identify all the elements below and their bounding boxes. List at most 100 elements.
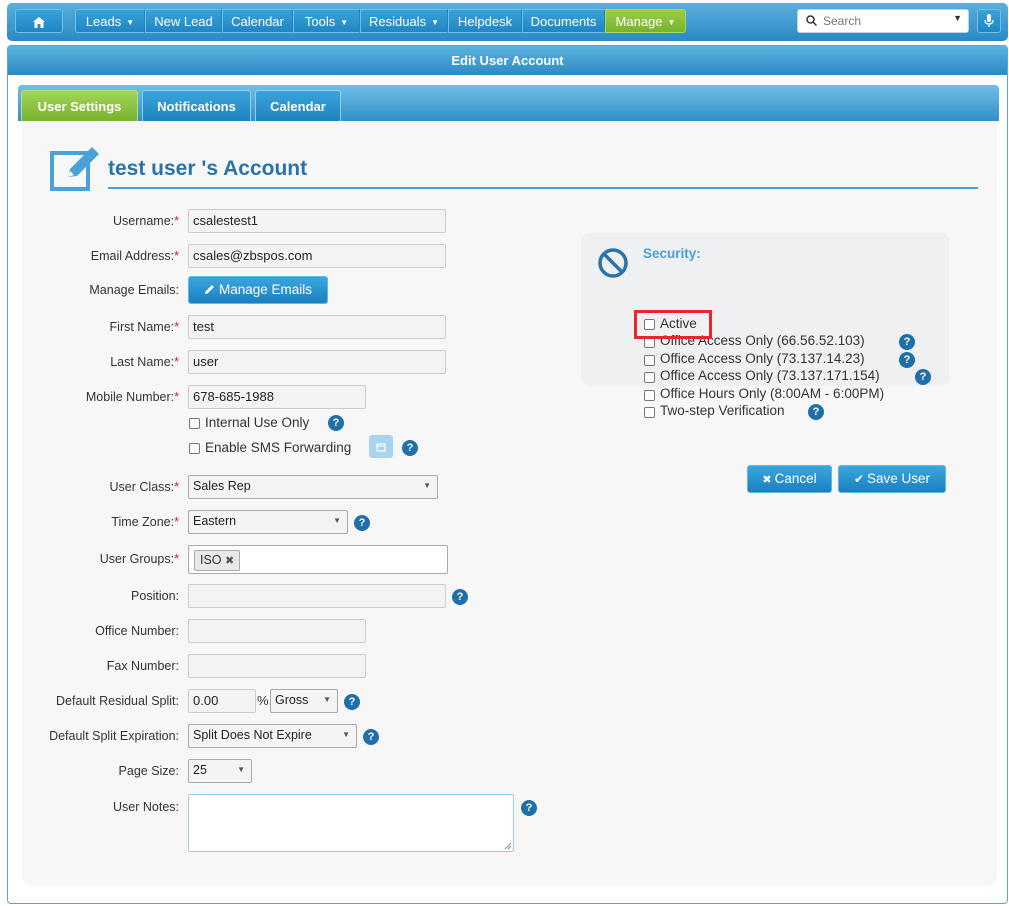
nav-tools-label: Tools: [304, 14, 336, 29]
first-name-field[interactable]: test: [188, 315, 446, 339]
last-name-label: Last Name:*: [22, 355, 179, 369]
user-class-select[interactable]: Sales Rep ▼: [188, 475, 438, 499]
office-access-label-3: Office Access Only (73.137.171.154): [660, 368, 880, 383]
position-field[interactable]: [188, 584, 446, 608]
last-name-label-text: Last Name:: [110, 355, 175, 369]
required-asterisk: *: [174, 320, 179, 334]
home-icon: [33, 17, 45, 29]
tab-notifications[interactable]: Notifications: [142, 90, 251, 121]
mobile-label: Mobile Number:*: [22, 390, 179, 404]
office-number-field[interactable]: [188, 619, 366, 643]
nav-documents[interactable]: Documents: [522, 9, 605, 33]
nav-leads-label: Leads: [85, 14, 122, 29]
tab-bar: User Settings Notifications Calendar: [18, 85, 999, 121]
manage-emails-button[interactable]: Manage Emails: [188, 276, 328, 304]
cancel-button[interactable]: ✖ Cancel: [747, 465, 832, 493]
office-hours-label: Office Hours Only (8:00AM - 6:00PM): [660, 386, 885, 401]
help-icon[interactable]: ?: [354, 515, 370, 531]
username-label: Username:*: [22, 214, 179, 228]
nav-new-lead-label: New Lead: [154, 14, 213, 29]
residual-type-select[interactable]: Gross ▼: [270, 689, 338, 713]
caret-down-icon[interactable]: ▼: [953, 13, 962, 23]
user-groups-select[interactable]: ISO ✖: [188, 545, 448, 574]
username-field[interactable]: csalestest1: [188, 209, 446, 233]
nav-new-lead[interactable]: New Lead: [145, 9, 222, 33]
nav-tools[interactable]: Tools ▼: [293, 9, 360, 33]
internal-use-checkbox[interactable]: [189, 418, 200, 429]
office-access-checkbox-3[interactable]: [644, 372, 655, 383]
email-field[interactable]: csales@zbspos.com: [188, 244, 446, 268]
nav-leads[interactable]: Leads ▼: [75, 9, 145, 33]
help-icon[interactable]: ?: [521, 800, 537, 816]
email-label-text: Email Address:: [90, 249, 175, 263]
nav-documents-label: Documents: [530, 14, 597, 29]
search-icon: [806, 15, 817, 26]
search-input[interactable]: Search ▼: [797, 9, 969, 33]
time-zone-label-text: Time Zone:: [111, 515, 175, 529]
save-user-button[interactable]: ✔ Save User: [838, 465, 946, 493]
office-access-checkbox-2[interactable]: [644, 355, 655, 366]
help-icon[interactable]: ?: [452, 589, 468, 605]
tab-calendar[interactable]: Calendar: [255, 90, 341, 121]
edit-user-panel: Edit User Account User Settings Notifica…: [7, 45, 1008, 904]
security-title: Security:: [643, 246, 701, 261]
help-icon[interactable]: ?: [808, 404, 824, 420]
user-notes-textarea[interactable]: [188, 794, 514, 852]
user-notes-label: User Notes:: [113, 800, 179, 814]
top-nav-bar: Leads ▼ New Lead Calendar Tools ▼ Residual…: [7, 3, 1008, 41]
two-step-checkbox[interactable]: [644, 407, 655, 418]
caret-down-icon: ▼: [237, 765, 245, 774]
page-size-label: Page Size:: [118, 764, 179, 778]
internal-use-label: Internal Use Only: [205, 415, 310, 430]
nav-calendar[interactable]: Calendar: [222, 9, 293, 33]
microphone-button[interactable]: [977, 9, 1001, 33]
help-icon[interactable]: ?: [899, 352, 915, 368]
nav-calendar-label: Calendar: [231, 14, 284, 29]
residual-split-field[interactable]: 0.00: [188, 689, 256, 713]
caret-down-icon: ▼: [333, 516, 341, 525]
user-groups-label: User Groups:*: [22, 552, 179, 566]
ban-icon: [598, 248, 628, 278]
two-step-label: Two-step Verification: [660, 403, 785, 418]
sms-forwarding-checkbox[interactable]: [189, 443, 200, 454]
help-icon[interactable]: ?: [899, 334, 915, 350]
nav-helpdesk[interactable]: Helpdesk: [448, 9, 522, 33]
office-hours-checkbox[interactable]: [644, 390, 655, 401]
help-icon[interactable]: ?: [915, 369, 931, 385]
help-icon[interactable]: ?: [328, 415, 344, 431]
cancel-button-label: Cancel: [774, 471, 817, 486]
mobile-field[interactable]: 678-685-1988: [188, 385, 366, 409]
page-size-value: 25: [193, 763, 207, 777]
search-placeholder: Search: [823, 14, 862, 28]
time-zone-select[interactable]: Eastern ▼: [188, 510, 348, 534]
first-name-label: First Name:*: [22, 320, 179, 334]
residual-type-value: Gross: [275, 693, 309, 707]
nav-residuals[interactable]: Residuals ▼: [360, 9, 448, 33]
caret-down-icon: ▼: [431, 17, 439, 27]
nav-manage-label: Manage: [615, 14, 663, 29]
panel-title: Edit User Account: [8, 46, 1007, 75]
help-icon[interactable]: ?: [402, 440, 418, 456]
home-button[interactable]: [15, 9, 63, 33]
sms-settings-button[interactable]: [369, 435, 393, 458]
help-icon[interactable]: ?: [363, 729, 379, 745]
required-asterisk: *: [174, 214, 179, 228]
edit-icon: [50, 147, 99, 191]
remove-tag-icon[interactable]: ✖: [225, 555, 234, 567]
sms-forwarding-label: Enable SMS Forwarding: [205, 440, 352, 455]
user-class-value: Sales Rep: [193, 479, 251, 493]
resize-handle-icon[interactable]: [504, 842, 512, 850]
page-size-select[interactable]: 25 ▼: [188, 759, 252, 783]
required-asterisk: *: [174, 390, 179, 404]
nav-manage[interactable]: Manage ▼: [605, 9, 686, 33]
help-icon[interactable]: ?: [344, 694, 360, 710]
manage-emails-button-label: Manage Emails: [218, 282, 313, 297]
split-expiration-select[interactable]: Split Does Not Expire ▼: [188, 724, 357, 748]
last-name-field[interactable]: user: [188, 350, 446, 374]
caret-down-icon: ▼: [423, 481, 431, 490]
fax-number-field[interactable]: [188, 654, 366, 678]
caret-down-icon: ▼: [340, 17, 349, 27]
user-settings-content: test user 's Account Username:* csaleste…: [22, 121, 997, 886]
tab-user-settings[interactable]: User Settings: [21, 90, 138, 121]
caret-down-icon: ▼: [126, 17, 135, 27]
